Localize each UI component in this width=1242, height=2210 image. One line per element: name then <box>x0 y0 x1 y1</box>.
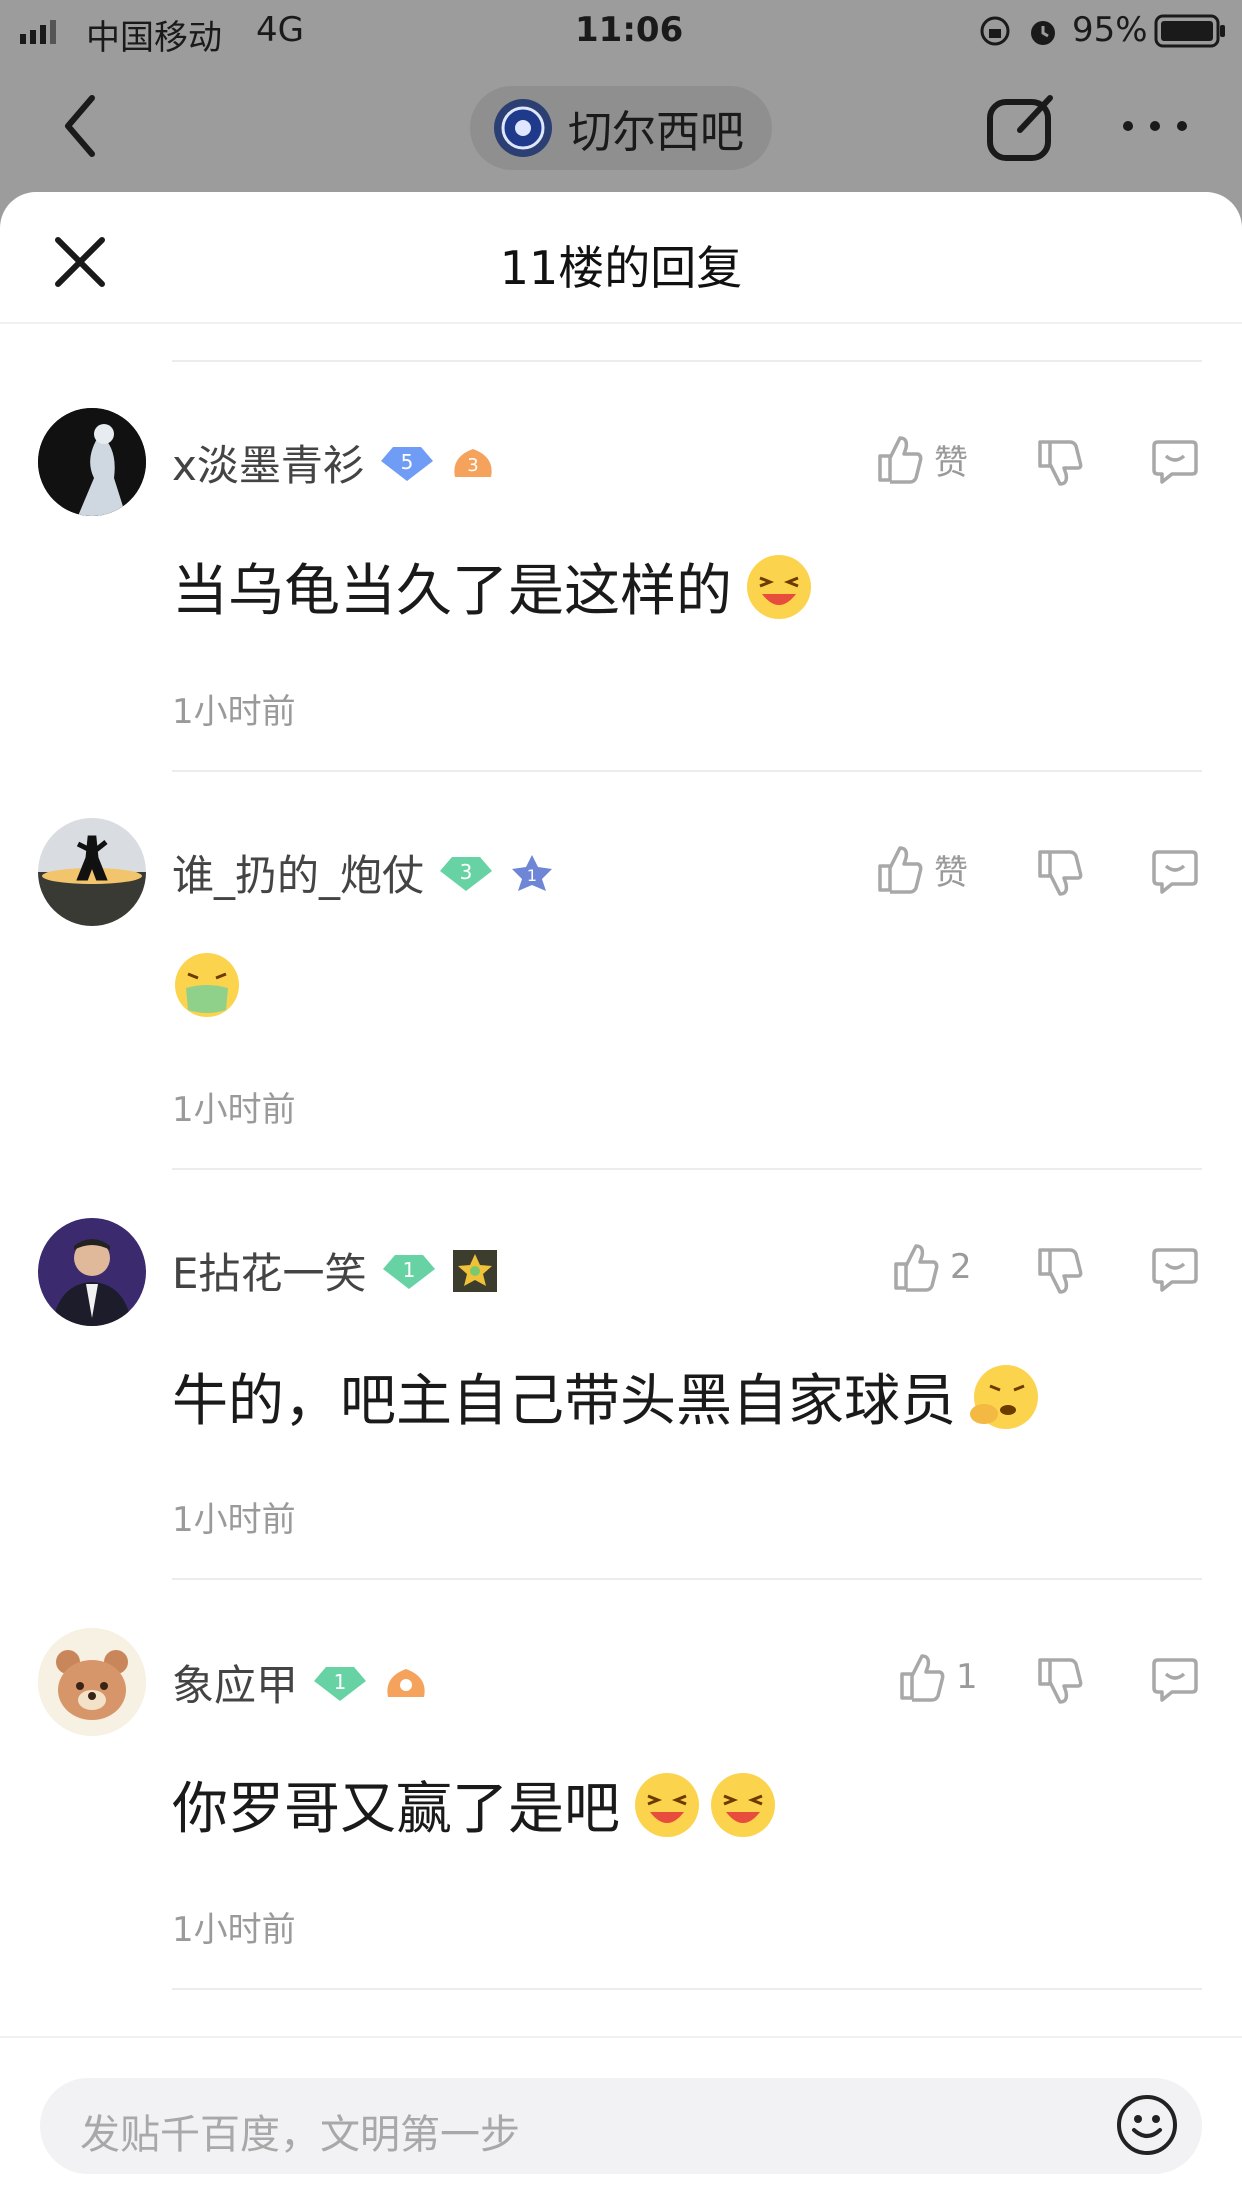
thumb-down-icon[interactable] <box>1036 1244 1086 1294</box>
alarm-icon <box>1031 21 1055 45</box>
svg-text:5: 5 <box>400 450 413 474</box>
comment-icon[interactable] <box>1150 846 1200 896</box>
comment-icon[interactable] <box>1150 436 1200 486</box>
rotation-lock-icon <box>980 16 1010 46</box>
honor-badge-icon <box>452 1249 497 1292</box>
thumb-up-icon <box>900 1654 945 1702</box>
svg-text:1: 1 <box>402 1258 415 1282</box>
level-badge-icon: 5 <box>380 446 433 481</box>
input-placeholder: 发贴千百度，文明第一步 <box>80 2112 520 2158</box>
divider <box>172 770 1202 772</box>
reply-text: 当乌龟当久了是这样的 <box>172 559 732 624</box>
laughing-emoji-icon <box>747 554 811 619</box>
username[interactable]: 象应甲 1 <box>172 1652 430 1713</box>
back-chevron-icon[interactable] <box>60 94 100 158</box>
laughing-emoji-icon <box>635 1772 699 1837</box>
clock: 11:06 <box>575 10 684 50</box>
avatar[interactable] <box>38 818 146 926</box>
username[interactable]: E拈花一笑 1 <box>172 1240 499 1301</box>
post-header: 切尔西吧 <box>0 62 1242 192</box>
username-text: x淡墨青衫 <box>172 441 365 490</box>
svg-text:1: 1 <box>527 866 537 885</box>
level-badge-icon: 3 <box>440 856 493 891</box>
thumb-down-icon[interactable] <box>1036 1654 1086 1704</box>
status-bar: 中国移动 4G 11:06 95% <box>0 0 1242 62</box>
svg-text:3: 3 <box>460 860 473 884</box>
username[interactable]: x淡墨青衫 5 3 <box>172 432 497 493</box>
avatar[interactable] <box>38 408 146 516</box>
smiley-icon[interactable] <box>1114 2092 1180 2158</box>
laughing-emoji-icon <box>711 1772 775 1837</box>
signal-icon <box>20 20 56 44</box>
honor-badge-icon: 1 <box>512 854 553 891</box>
sheet-title: 11楼的回复 <box>499 241 743 295</box>
reply-text: 你罗哥又赢了是吧 <box>172 1777 620 1842</box>
reply-time: 1小时前 <box>172 1910 296 1950</box>
thumb-up-icon <box>878 846 923 894</box>
reply-content: 你罗哥又赢了是吧 <box>172 1764 778 1845</box>
reply-time: 1小时前 <box>172 1500 296 1540</box>
level-badge-icon: 1 <box>382 1254 435 1289</box>
like-button[interactable]: 赞 <box>876 844 968 894</box>
reply-content: 当乌龟当久了是这样的 <box>172 546 814 627</box>
comment-icon[interactable] <box>1150 1654 1200 1704</box>
divider <box>172 1578 1202 1580</box>
battery-icon <box>1154 14 1225 48</box>
forum-avatar <box>494 99 552 157</box>
like-count: 1 <box>956 1657 978 1697</box>
avatar[interactable] <box>38 1218 146 1326</box>
reply-content <box>172 950 242 1020</box>
divider <box>172 1168 1202 1170</box>
username-text: 谁_扔的_炮仗 <box>172 851 425 900</box>
reply-sheet: 11楼的回复 x淡墨青衫 5 3 赞 当乌龟当久了是这样的 1小时前 谁_扔的_… <box>0 192 1242 2208</box>
carrier: 中国移动 <box>86 18 222 58</box>
header-divider <box>0 322 1242 324</box>
level-badge-icon: 1 <box>314 1666 367 1701</box>
forum-pill[interactable]: 切尔西吧 <box>470 86 772 170</box>
reply-input-bar: 发贴千百度，文明第一步 <box>0 2036 1242 2210</box>
divider <box>172 1988 1202 1990</box>
more-icon[interactable] <box>1120 118 1190 134</box>
like-button[interactable]: 1 <box>898 1652 978 1702</box>
comment-icon[interactable] <box>1150 1244 1200 1294</box>
reply-input[interactable]: 发贴千百度，文明第一步 <box>40 2078 1202 2174</box>
forum-name: 切尔西吧 <box>568 107 744 158</box>
reply-text: 牛的，吧主自己带头黑自家球员 <box>172 1369 956 1434</box>
honor-badge-icon <box>387 1668 425 1697</box>
reply-content: 牛的，吧主自己带头黑自家球员 <box>172 1356 1042 1437</box>
reply-time: 1小时前 <box>172 1090 296 1130</box>
compose-icon[interactable] <box>984 88 1060 164</box>
thumb-down-icon[interactable] <box>1036 436 1086 486</box>
thumb-up-icon <box>894 1244 939 1292</box>
like-label: 赞 <box>934 442 968 483</box>
battery-percent: 95% <box>1072 10 1148 50</box>
network: 4G <box>256 10 304 50</box>
svg-text:3: 3 <box>467 455 478 476</box>
username-text: 象应甲 <box>172 1661 299 1710</box>
vomit-emoji-icon <box>175 953 239 1017</box>
avatar[interactable] <box>38 1628 146 1736</box>
like-count: 2 <box>950 1247 972 1287</box>
divider <box>172 360 1202 362</box>
like-button[interactable]: 赞 <box>876 434 968 484</box>
svg-text:1: 1 <box>334 1670 347 1694</box>
like-label: 赞 <box>934 852 968 893</box>
thumb-up-icon <box>878 436 923 484</box>
like-button[interactable]: 2 <box>892 1242 972 1292</box>
thumb-down-icon[interactable] <box>1036 846 1086 896</box>
reply-time: 1小时前 <box>172 692 296 732</box>
username[interactable]: 谁_扔的_炮仗 3 1 <box>172 842 556 903</box>
username-text: E拈花一笑 <box>172 1249 367 1298</box>
thinking-emoji-icon <box>970 1364 1038 1429</box>
honor-badge-icon: 3 <box>454 448 492 477</box>
